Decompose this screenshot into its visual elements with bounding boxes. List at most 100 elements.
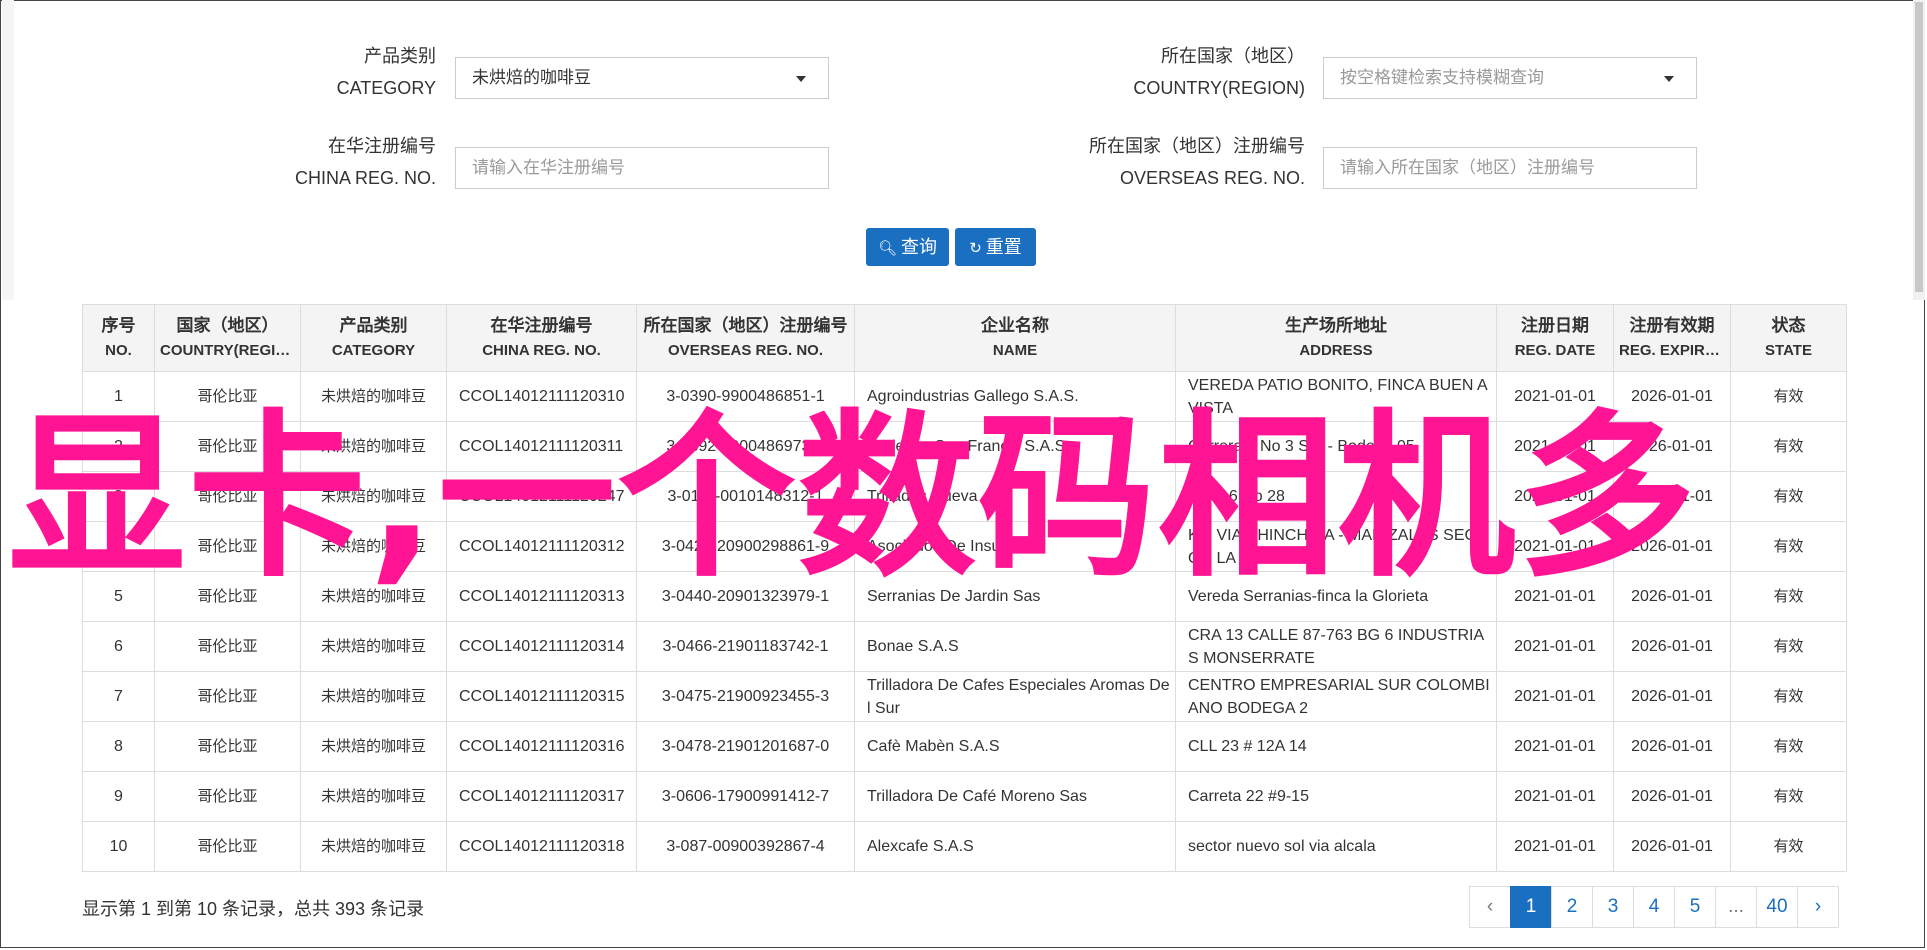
- cell-address: sector nuevo sol via alcala: [1175, 821, 1497, 872]
- cell-reg-date: 2021-01-01: [1496, 821, 1614, 872]
- country-label: 所在国家（地区） COUNTRY(REGION): [1045, 40, 1305, 104]
- cell-expire: 2026-01-01: [1613, 621, 1731, 672]
- page-button-2[interactable]: 2: [1551, 886, 1593, 928]
- page-button-1[interactable]: 1: [1510, 886, 1552, 928]
- category-select-value: 未烘焙的咖啡豆: [472, 68, 591, 87]
- cell-name: Bonae S.A.S: [854, 621, 1176, 672]
- cell-state: 有效: [1730, 621, 1847, 672]
- cell-overseas-reg: 3-0390-9900486851-1: [636, 371, 855, 422]
- cell-country: 哥伦比亚: [154, 471, 301, 522]
- cell-no: 9: [82, 771, 155, 822]
- column-header: 企业名称 NAME: [854, 304, 1176, 372]
- cell-expire: 2026-01-01: [1613, 571, 1731, 622]
- cell-category: 未烘焙的咖啡豆: [300, 671, 447, 722]
- cell-overseas-reg: 3-0111-0010148312-1: [636, 471, 855, 522]
- cell-reg-date: 2021-01-01: [1496, 621, 1614, 672]
- column-header-cn: 所在国家（地区）注册编号: [643, 316, 848, 335]
- cell-no: 8: [82, 721, 155, 772]
- page-button-4[interactable]: 4: [1633, 886, 1675, 928]
- cell-no: 5: [82, 571, 155, 622]
- column-header-en: REG. EXPIRE ...: [1619, 342, 1725, 359]
- page-button-40[interactable]: 40: [1756, 886, 1798, 928]
- table-row[interactable]: 4 哥伦比亚 未烘焙的咖啡豆 CCOL14012111120312 3-0428-209…: [82, 521, 1847, 572]
- column-header-en: COUNTRY(REGIO...: [160, 342, 295, 359]
- table-row[interactable]: 5 哥伦比亚 未烘焙的咖啡豆 CCOL14012111120313 3-0440-209…: [82, 571, 1847, 622]
- column-header-cn: 在华注册编号: [490, 316, 593, 335]
- next-page-button[interactable]: ›: [1797, 886, 1839, 928]
- cell-country: 哥伦比亚: [154, 421, 301, 472]
- table-row[interactable]: 8 哥伦比亚 未烘焙的咖啡豆 CCOL14012111120316 3-0478-219…: [82, 721, 1847, 772]
- cell-overseas-reg: 3-0606-17900991412-7: [636, 771, 855, 822]
- cell-overseas-reg: 3-0428-20900298861-9: [636, 521, 855, 572]
- chevron-down-icon: [796, 76, 806, 82]
- column-header-cn: 状态: [1771, 316, 1806, 335]
- column-header: 在华注册编号 CHINA REG. NO.: [446, 304, 637, 372]
- column-header-en: NAME: [992, 342, 1038, 359]
- china-reg-input[interactable]: 请输入在华注册编号: [455, 147, 829, 189]
- table-row[interactable]: 10 哥伦比亚 未烘焙的咖啡豆 CCOL14012111120318 3-087-009…: [82, 821, 1847, 872]
- table-row[interactable]: 1 哥伦比亚 未烘焙的咖啡豆 CCOL14012111120310 3-0390-990…: [82, 371, 1847, 422]
- query-button-label: 查询: [901, 237, 938, 257]
- page-button-5[interactable]: 5: [1674, 886, 1716, 928]
- record-summary: 显示第 1 到第 10 条记录，总共 393 条记录: [82, 899, 425, 919]
- china-reg-label: 在华注册编号 CHINA REG. NO.: [176, 130, 436, 194]
- search-icon: 🔍︎: [877, 240, 898, 257]
- table-row[interactable]: 9 哥伦比亚 未烘焙的咖啡豆 CCOL14012111120317 3-0606-179…: [82, 771, 1847, 822]
- query-button[interactable]: 🔍︎ 查询: [866, 228, 949, 266]
- cell-state: 有效: [1730, 821, 1847, 872]
- table-body: 1 哥伦比亚 未烘焙的咖啡豆 CCOL14012111120310 3-0390-990…: [82, 371, 1847, 872]
- column-header-cn: 注册日期: [1521, 316, 1589, 335]
- cell-country: 哥伦比亚: [154, 571, 301, 622]
- china-reg-label-en: CHINA REG. NO.: [294, 168, 436, 188]
- page-button-3[interactable]: 3: [1592, 886, 1634, 928]
- column-header-cn: 国家（地区）: [176, 316, 279, 335]
- category-select[interactable]: 未烘焙的咖啡豆: [455, 57, 829, 99]
- table-row[interactable]: 2 哥伦比亚 未烘焙的咖啡豆 CCOL14012111120311 3-0392-990…: [82, 421, 1847, 472]
- cell-state: 有效: [1730, 771, 1847, 822]
- cell-name: Trilladora De Cafes Especiales Aromas De…: [854, 671, 1176, 722]
- cell-state: 有效: [1730, 421, 1847, 472]
- cell-expire: 2026-01-01: [1613, 471, 1731, 522]
- cell-category: 未烘焙的咖啡豆: [300, 821, 447, 872]
- cell-china-reg: CCOL14012111120247: [446, 471, 637, 522]
- filter-scrollbar-thumb[interactable]: [1915, 2, 1923, 292]
- cell-reg-date: 2021-01-01: [1496, 771, 1614, 822]
- category-label-en: CATEGORY: [336, 78, 436, 98]
- chevron-down-icon: [1664, 76, 1674, 82]
- country-select[interactable]: 按空格键检索支持模糊查询: [1323, 57, 1697, 99]
- cell-expire: 2026-01-01: [1613, 771, 1731, 822]
- table-row[interactable]: 6 哥伦比亚 未烘焙的咖啡豆 CCOL14012111120314 3-0466-219…: [82, 621, 1847, 672]
- reset-button[interactable]: ↻ 重置: [955, 228, 1036, 266]
- column-header-en: CHINA REG. NO.: [482, 342, 601, 359]
- prev-page-button[interactable]: ‹: [1469, 886, 1511, 928]
- country-label-en: COUNTRY(REGION): [1133, 78, 1305, 98]
- cell-category: 未烘焙的咖啡豆: [300, 621, 447, 672]
- cell-category: 未烘焙的咖啡豆: [300, 421, 447, 472]
- column-header-cn: 生产场所地址: [1285, 316, 1387, 335]
- overseas-reg-input[interactable]: 请输入所在国家（地区）注册编号: [1323, 147, 1697, 189]
- cell-china-reg: CCOL14012111120315: [446, 671, 637, 722]
- cell-name: Agroindustrias Gallego S.A.S.: [854, 371, 1176, 422]
- page-ellipsis: ...: [1715, 886, 1757, 928]
- cell-china-reg: CCOL14012111120310: [446, 371, 637, 422]
- cell-address: CLL 23 # 12A 14: [1175, 721, 1497, 772]
- cell-state: 有效: [1730, 721, 1847, 772]
- cell-reg-date: 2021-01-01: [1496, 371, 1614, 422]
- pagination: ‹ 1 2 3 4 5 ... 40 ›: [1469, 886, 1839, 928]
- cell-china-reg: CCOL14012111120316: [446, 721, 637, 772]
- cell-reg-date: 2021-01-01: [1496, 721, 1614, 772]
- table-row[interactable]: 3 哥伦比亚 未烘焙的咖啡豆 CCOL14012111120247 3-0111-001…: [82, 471, 1847, 522]
- cell-country: 哥伦比亚: [154, 521, 301, 572]
- cell-no: 10: [82, 821, 155, 872]
- column-header-en: NO.: [105, 342, 132, 359]
- country-label-cn: 所在国家（地区）: [1161, 46, 1305, 66]
- cell-china-reg: CCOL14012111120314: [446, 621, 637, 672]
- table-row[interactable]: 7 哥伦比亚 未烘焙的咖啡豆 CCOL14012111120315 3-0475-219…: [82, 671, 1847, 722]
- overseas-reg-label: 所在国家（地区）注册编号 OVERSEAS REG. NO.: [1045, 130, 1305, 194]
- cell-name: Trilladora De Café Moreno Sas: [854, 771, 1176, 822]
- column-header: 注册日期 REG. DATE: [1496, 304, 1614, 372]
- cell-address: CRA 13 CALLE 87-763 BG 6 INDUSTRIAS MONS…: [1175, 621, 1497, 672]
- table-header: 序号 NO. 国家（地区） COUNTRY(REGIO... 产品类别 CATEGORY 在…: [82, 304, 1847, 372]
- cell-expire: 2026-01-01: [1613, 821, 1731, 872]
- overseas-reg-label-cn: 所在国家（地区）注册编号: [1089, 136, 1305, 156]
